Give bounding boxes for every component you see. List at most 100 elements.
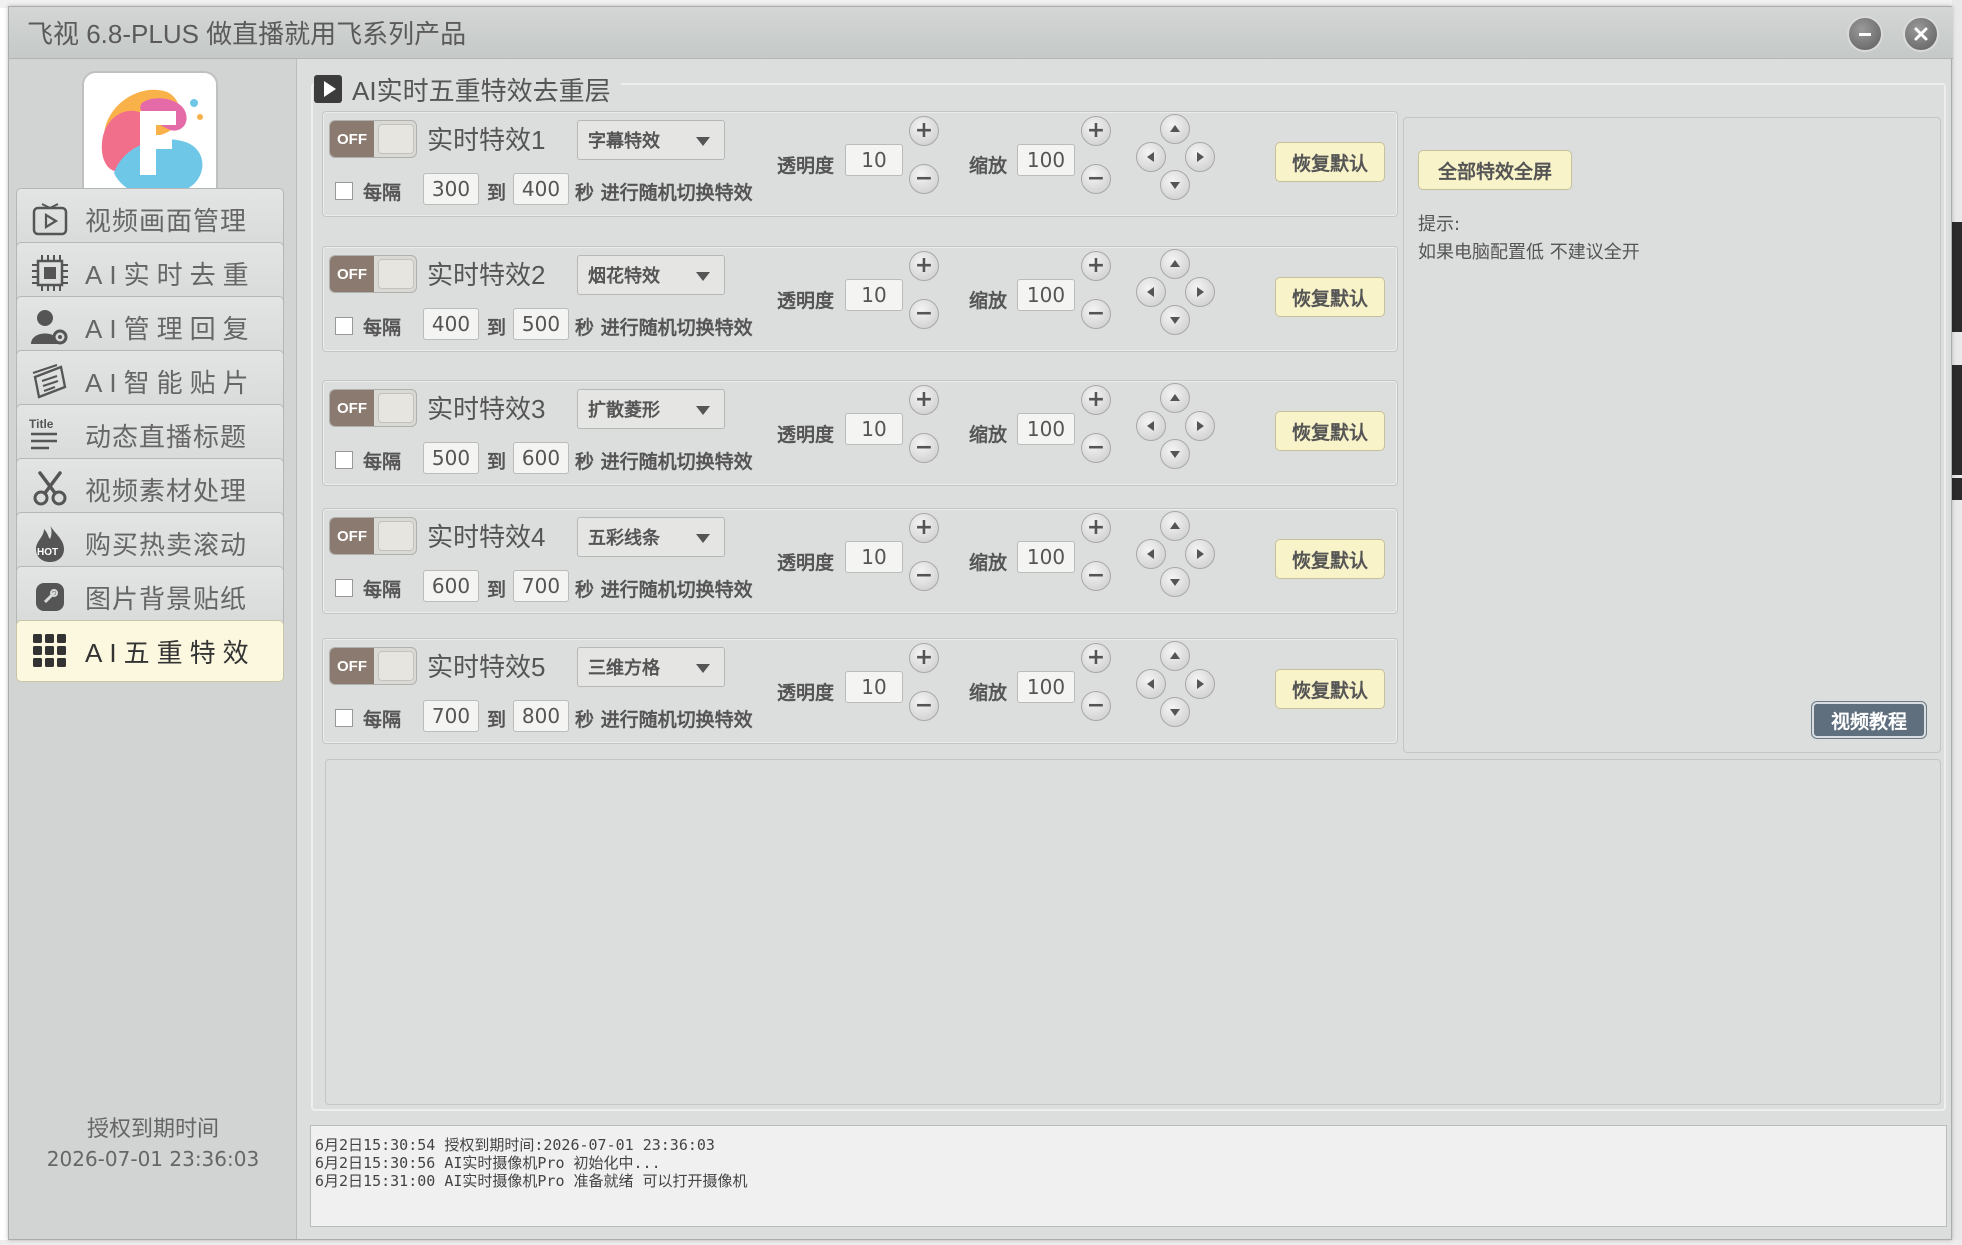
- sidebar-item-ai-reply[interactable]: AI管理回复: [16, 296, 284, 358]
- opacity-minus-icon[interactable]: −: [909, 299, 939, 329]
- effect-select[interactable]: 五彩线条: [577, 517, 725, 557]
- scale-minus-icon[interactable]: −: [1081, 433, 1111, 463]
- opacity-minus-icon[interactable]: −: [909, 164, 939, 194]
- move-down-icon[interactable]: [1160, 305, 1190, 335]
- scale-plus-icon[interactable]: +: [1081, 643, 1111, 673]
- scale-plus-icon[interactable]: +: [1081, 513, 1111, 543]
- interval-from-field[interactable]: 700: [423, 700, 479, 732]
- scale-field[interactable]: 100: [1017, 279, 1075, 311]
- scale-field[interactable]: 100: [1017, 413, 1075, 445]
- move-right-icon[interactable]: [1185, 277, 1215, 307]
- scale-plus-icon[interactable]: +: [1081, 251, 1111, 281]
- sidebar-item-image-background[interactable]: 图片背景贴纸: [16, 566, 284, 628]
- sidebar-item-ai-five-effects[interactable]: AI五重特效: [16, 620, 284, 682]
- opacity-plus-icon[interactable]: +: [909, 643, 939, 673]
- scale-plus-icon[interactable]: +: [1081, 116, 1111, 146]
- effect-select[interactable]: 字幕特效: [577, 120, 725, 160]
- effect-toggle[interactable]: OFF: [329, 255, 417, 293]
- opacity-minus-icon[interactable]: −: [909, 561, 939, 591]
- reset-default-button[interactable]: 恢复默认: [1275, 411, 1385, 451]
- interval-to-field[interactable]: 600: [513, 442, 569, 474]
- sidebar-item-ai-dedup[interactable]: AI实时去重: [16, 242, 284, 304]
- move-down-icon[interactable]: [1160, 170, 1190, 200]
- move-up-icon[interactable]: [1160, 511, 1190, 541]
- scale-field[interactable]: 100: [1017, 541, 1075, 573]
- scale-minus-icon[interactable]: −: [1081, 561, 1111, 591]
- video-tutorial-button[interactable]: 视频教程: [1812, 702, 1926, 738]
- sidebar-item-video-management[interactable]: 视频画面管理: [16, 188, 284, 250]
- opacity-plus-icon[interactable]: +: [909, 116, 939, 146]
- move-left-icon[interactable]: [1136, 669, 1166, 699]
- scale-field[interactable]: 100: [1017, 144, 1075, 176]
- interval-to-field[interactable]: 700: [513, 570, 569, 602]
- effect-toggle[interactable]: OFF: [329, 389, 417, 427]
- move-up-icon[interactable]: [1160, 114, 1190, 144]
- effect-toggle[interactable]: OFF: [329, 120, 417, 158]
- interval-suffix: 秒 进行随机切换特效: [575, 317, 753, 339]
- effect-select[interactable]: 扩散菱形: [577, 389, 725, 429]
- opacity-plus-icon[interactable]: +: [909, 385, 939, 415]
- opacity-plus-icon[interactable]: +: [909, 513, 939, 543]
- interval-to-field[interactable]: 400: [513, 173, 569, 205]
- reset-default-button[interactable]: 恢复默认: [1275, 539, 1385, 579]
- sidebar-item-dynamic-title[interactable]: Title 动态直播标题: [16, 404, 284, 466]
- close-button[interactable]: [1903, 16, 1939, 52]
- random-switch-checkbox[interactable]: [335, 579, 353, 597]
- all-effects-fullscreen-button[interactable]: 全部特效全屏: [1418, 150, 1572, 190]
- sidebar-item-hot-sale-scroll[interactable]: HOT 购买热卖滚动: [16, 512, 284, 574]
- effect-select-value: 烟花特效: [588, 266, 660, 287]
- scale-minus-icon[interactable]: −: [1081, 164, 1111, 194]
- effect-select[interactable]: 烟花特效: [577, 255, 725, 295]
- opacity-minus-icon[interactable]: −: [909, 433, 939, 463]
- move-left-icon[interactable]: [1136, 277, 1166, 307]
- license-expiry-time: 2026-07-01 23:36:03: [46, 1147, 260, 1171]
- random-switch-checkbox[interactable]: [335, 317, 353, 335]
- scale-minus-icon[interactable]: −: [1081, 299, 1111, 329]
- move-down-icon[interactable]: [1160, 567, 1190, 597]
- scale-plus-icon[interactable]: +: [1081, 385, 1111, 415]
- opacity-field[interactable]: 10: [845, 144, 903, 176]
- opacity-field[interactable]: 10: [845, 279, 903, 311]
- move-right-icon[interactable]: [1185, 539, 1215, 569]
- move-left-icon[interactable]: [1136, 142, 1166, 172]
- move-right-icon[interactable]: [1185, 411, 1215, 441]
- sidebar-item-ai-sticker[interactable]: AI智能贴片: [16, 350, 284, 412]
- interval-to-field[interactable]: 800: [513, 700, 569, 732]
- move-left-icon[interactable]: [1136, 539, 1166, 569]
- toggle-state: OFF: [330, 648, 374, 684]
- interval-from-field[interactable]: 400: [423, 308, 479, 340]
- random-switch-checkbox[interactable]: [335, 709, 353, 727]
- effect-select[interactable]: 三维方格: [577, 647, 725, 687]
- move-left-icon[interactable]: [1136, 411, 1166, 441]
- move-up-icon[interactable]: [1160, 383, 1190, 413]
- scale-minus-icon[interactable]: −: [1081, 691, 1111, 721]
- sidebar-item-video-material[interactable]: 视频素材处理: [16, 458, 284, 520]
- opacity-field[interactable]: 10: [845, 671, 903, 703]
- scale-field[interactable]: 100: [1017, 671, 1075, 703]
- move-down-icon[interactable]: [1160, 697, 1190, 727]
- grid-dots-icon: [29, 630, 71, 672]
- reset-default-button[interactable]: 恢复默认: [1275, 669, 1385, 709]
- interval-to-field[interactable]: 500: [513, 308, 569, 340]
- reset-default-button[interactable]: 恢复默认: [1275, 142, 1385, 182]
- opacity-field[interactable]: 10: [845, 413, 903, 445]
- interval-from-field[interactable]: 300: [423, 173, 479, 205]
- opacity-minus-icon[interactable]: −: [909, 691, 939, 721]
- move-right-icon[interactable]: [1185, 669, 1215, 699]
- random-switch-checkbox[interactable]: [335, 451, 353, 469]
- effect-toggle[interactable]: OFF: [329, 517, 417, 555]
- effect-toggle[interactable]: OFF: [329, 647, 417, 685]
- move-up-icon[interactable]: [1160, 249, 1190, 279]
- move-right-icon[interactable]: [1185, 142, 1215, 172]
- log-output[interactable]: 6月2日15:30:54 授权到期时间:2026-07-01 23:36:03 …: [310, 1125, 1947, 1227]
- opacity-plus-icon[interactable]: +: [909, 251, 939, 281]
- move-down-icon[interactable]: [1160, 439, 1190, 469]
- minimize-button[interactable]: [1847, 16, 1883, 52]
- move-up-icon[interactable]: [1160, 641, 1190, 671]
- opacity-field[interactable]: 10: [845, 541, 903, 573]
- interval-from-field[interactable]: 600: [423, 570, 479, 602]
- reset-default-button[interactable]: 恢复默认: [1275, 277, 1385, 317]
- random-switch-checkbox[interactable]: [335, 182, 353, 200]
- title-bar[interactable]: 飞视 6.8-PLUS 做直播就用飞系列产品: [9, 7, 1953, 59]
- interval-from-field[interactable]: 500: [423, 442, 479, 474]
